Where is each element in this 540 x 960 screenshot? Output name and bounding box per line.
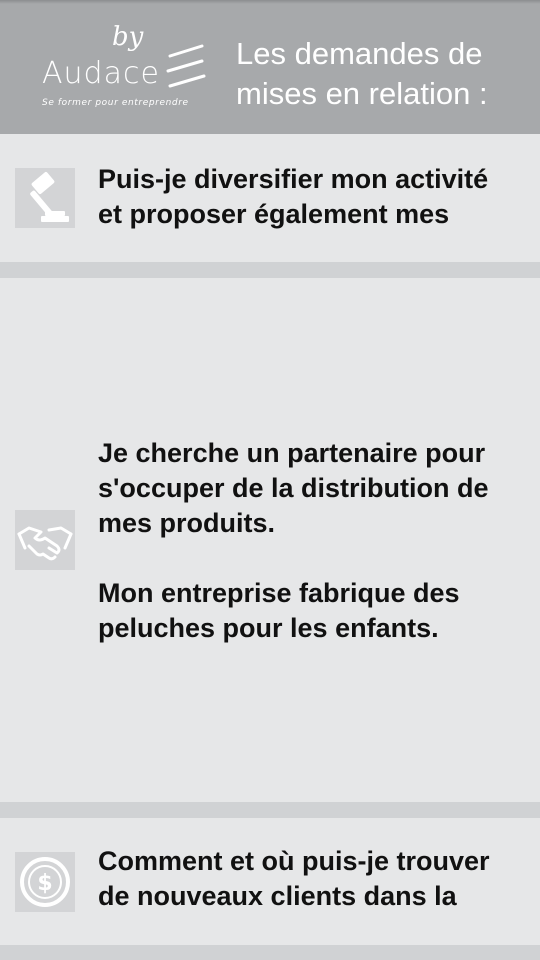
audace-logo[interactable]: by Audace Se former pour entreprendre [40, 22, 210, 114]
app-header: by Audace Se former pour entreprendre Le… [0, 0, 540, 134]
dollar-coin-icon: $ [15, 852, 75, 912]
logo-wordmark: Audace [42, 56, 160, 91]
handshake-icon [15, 510, 75, 570]
request-text: Comment et où puis-je trouver de nouveau… [98, 846, 490, 911]
logo-stripes-icon [166, 44, 206, 88]
request-text: Puis-je diversifier mon activité et prop… [98, 164, 489, 229]
request-text: Je cherche un partenaire pour s'occuper … [98, 438, 489, 643]
request-card[interactable]: $ Comment et où puis-je trouver de nouve… [0, 818, 540, 945]
gavel-icon [15, 168, 75, 228]
request-card[interactable]: Puis-je diversifier mon activité et prop… [0, 134, 540, 262]
page-title: Les demandes de mises en relation : [236, 36, 488, 111]
request-card[interactable]: Je cherche un partenaire pour s'occuper … [0, 278, 540, 802]
logo-by-text: by [112, 22, 144, 52]
svg-text:$: $ [37, 871, 52, 896]
logo-tagline: Se former pour entreprendre [42, 98, 189, 108]
